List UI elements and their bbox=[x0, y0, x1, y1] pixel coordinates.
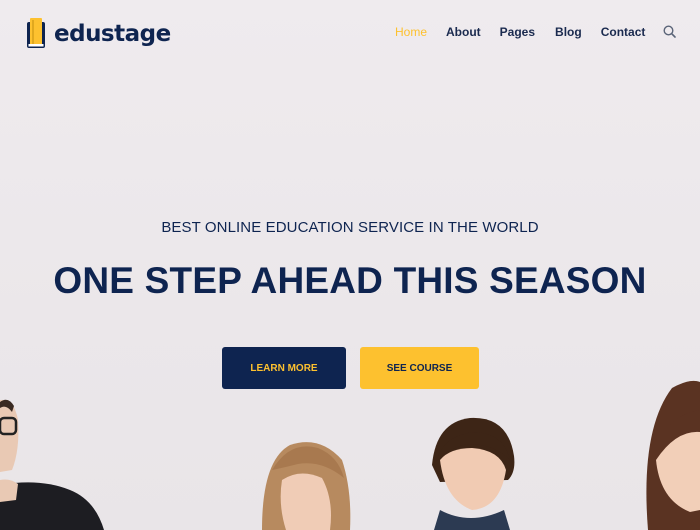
nav-item-pages[interactable]: Pages bbox=[500, 25, 535, 39]
nav-item-home[interactable]: Home bbox=[395, 25, 427, 39]
book-icon bbox=[27, 18, 45, 48]
main-nav: Home About Pages Blog Contact bbox=[395, 25, 645, 39]
student-right bbox=[646, 380, 700, 530]
student-center-left bbox=[262, 442, 351, 530]
search-button[interactable] bbox=[662, 24, 678, 40]
nav-item-blog[interactable]: Blog bbox=[555, 25, 582, 39]
site-header: edustage Home About Pages Blog Contact bbox=[0, 0, 700, 66]
student-left bbox=[0, 399, 104, 530]
nav-item-about[interactable]: About bbox=[446, 25, 481, 39]
nav-item-contact[interactable]: Contact bbox=[601, 25, 646, 39]
search-icon bbox=[663, 25, 676, 38]
students-photo bbox=[0, 380, 700, 530]
hero-title: ONE STEP AHEAD THIS SEASON bbox=[53, 260, 647, 301]
hero-subtitle: BEST ONLINE EDUCATION SERVICE IN THE WOR… bbox=[161, 219, 539, 236]
brand-name: edustage bbox=[54, 21, 171, 47]
student-center-right bbox=[432, 417, 515, 530]
brand-logo[interactable]: edustage bbox=[27, 17, 171, 51]
